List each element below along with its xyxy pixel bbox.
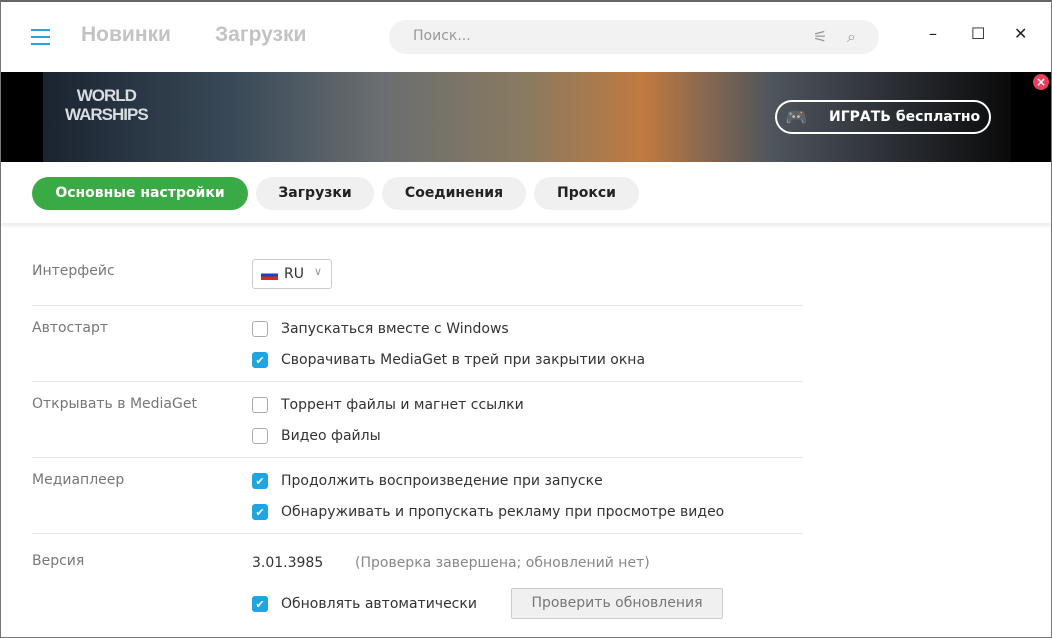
- play-free-button[interactable]: 🎮 ИГРАТЬ бесплатно: [775, 100, 991, 134]
- autostart-windows-checkbox[interactable]: Запускаться вместе с Windows: [252, 321, 509, 337]
- language-select[interactable]: RU ∨: [252, 259, 332, 289]
- checkbox-label: Запускаться вместе с Windows: [281, 321, 509, 337]
- checkbox-label: Обновлять автоматически: [281, 596, 477, 612]
- title-bar: Новинки Загрузки Поиск... ⚟ ⌕ – ☐ ✕: [1, 2, 1051, 72]
- resume-playback-checkbox[interactable]: ✔ Продолжить воспроизведение при запуске: [252, 473, 603, 489]
- nav-new[interactable]: Новинки: [81, 23, 171, 47]
- checkbox-checked-icon[interactable]: ✔: [252, 473, 268, 489]
- filter-icon[interactable]: ⚟: [813, 27, 827, 46]
- search-placeholder: Поиск...: [413, 28, 471, 44]
- autostart-label: Автостарт: [32, 320, 109, 336]
- checkbox-checked-icon[interactable]: ✔: [252, 352, 268, 368]
- divider: [32, 381, 803, 382]
- checkbox-label: Торрент файлы и магнет ссылки: [281, 397, 524, 413]
- skip-ads-checkbox[interactable]: ✔ Обнаруживать и пропускать рекламу при п…: [252, 504, 724, 520]
- update-status: (Проверка завершена; обновлений нет): [355, 555, 650, 571]
- auto-update-checkbox[interactable]: ✔ Обновлять автоматически: [252, 596, 477, 612]
- video-files-checkbox[interactable]: Видео файлы: [252, 428, 381, 444]
- banner-image: WORLD WARSHIPS 🎮 ИГРАТЬ бесплатно: [43, 72, 1011, 162]
- divider: [32, 533, 803, 534]
- ad-banner[interactable]: WORLD WARSHIPS 🎮 ИГРАТЬ бесплатно ×: [1, 72, 1051, 162]
- mediaplayer-label: Медиаплеер: [32, 472, 125, 488]
- maximize-button[interactable]: ☐: [971, 24, 985, 43]
- minimize-button[interactable]: –: [929, 24, 937, 43]
- chevron-down-icon: ∨: [314, 265, 323, 278]
- divider: [32, 457, 803, 458]
- checkbox-unchecked[interactable]: [252, 397, 268, 413]
- close-button[interactable]: ✕: [1014, 24, 1027, 43]
- search-icon[interactable]: ⌕: [847, 27, 856, 47]
- version-number: 3.01.3985: [252, 555, 324, 571]
- checkbox-checked-icon[interactable]: ✔: [252, 596, 268, 612]
- checkbox-label: Обнаруживать и пропускать рекламу при пр…: [281, 504, 725, 520]
- game-logo: WORLD WARSHIPS: [65, 86, 149, 124]
- search-input[interactable]: Поиск... ⚟ ⌕: [389, 20, 879, 54]
- checkbox-checked-icon[interactable]: ✔: [252, 504, 268, 520]
- nav-downloads[interactable]: Загрузки: [215, 23, 306, 47]
- gamepad-icon: 🎮: [785, 107, 808, 128]
- interface-label: Интерфейс: [32, 263, 115, 279]
- checkbox-label: Сворачивать MediaGet в трей при закрытии…: [281, 352, 646, 368]
- settings-tabs: Основные настройки Загрузки Соединения П…: [1, 162, 1051, 223]
- language-value: RU: [284, 266, 304, 282]
- divider: [32, 305, 803, 306]
- check-updates-button[interactable]: Проверить обновления: [511, 588, 723, 619]
- checkbox-unchecked[interactable]: [252, 428, 268, 444]
- tab-downloads[interactable]: Загрузки: [256, 177, 374, 210]
- tab-proxy[interactable]: Прокси: [534, 177, 639, 210]
- tab-connections[interactable]: Соединения: [382, 177, 526, 210]
- torrent-files-checkbox[interactable]: Торрент файлы и магнет ссылки: [252, 397, 524, 413]
- version-label: Версия: [32, 553, 85, 569]
- checkbox-label: Видео файлы: [281, 428, 381, 444]
- russia-flag-icon: [261, 270, 278, 280]
- play-label: ИГРАТЬ бесплатно: [829, 109, 981, 125]
- checkbox-unchecked[interactable]: [252, 321, 268, 337]
- banner-close-icon[interactable]: ×: [1033, 74, 1049, 90]
- tab-general[interactable]: Основные настройки: [32, 177, 248, 210]
- open-in-label: Открывать в MediaGet: [32, 396, 197, 412]
- checkbox-label: Продолжить воспроизведение при запуске: [281, 473, 603, 489]
- minimize-to-tray-checkbox[interactable]: ✔ Сворачивать MediaGet в трей при закрыти…: [252, 352, 645, 368]
- menu-icon[interactable]: [31, 29, 50, 45]
